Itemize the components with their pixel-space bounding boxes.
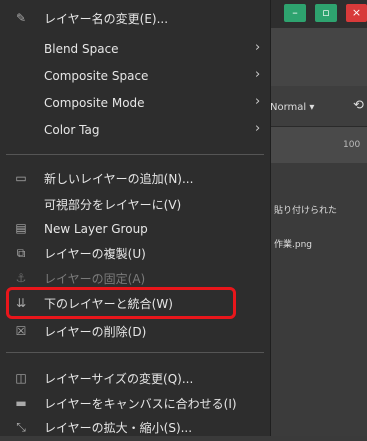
layer-name-2[interactable]: 作業.png <box>274 237 312 250</box>
menu-item-duplicate-layer[interactable]: ⧉ レイヤーの複製(U) <box>0 241 270 267</box>
toolbar-strip <box>262 28 367 86</box>
menu-item-delete-layer[interactable]: ☒ レイヤーの削除(D) <box>0 319 270 345</box>
submenu-arrow-icon: › <box>255 121 261 136</box>
menu-item-rename-layer[interactable]: ✎ レイヤー名の変更(E)... <box>0 6 270 32</box>
delete-icon: ☒ <box>15 324 27 338</box>
submenu-arrow-icon: › <box>255 40 261 55</box>
menu-separator <box>6 154 264 155</box>
menu-item-color-tag[interactable]: Color Tag › <box>0 117 270 143</box>
reset-mode-icon[interactable]: ⟲ <box>353 98 364 113</box>
menu-item-composite-space[interactable]: Composite Space › <box>0 63 270 89</box>
menu-item-scale-layer[interactable]: ⤡ レイヤーの拡大・縮小(S)... <box>0 415 270 441</box>
menu-item-visible-to-layer[interactable]: 可視部分をレイヤーに(V) <box>0 192 270 218</box>
submenu-arrow-icon: › <box>255 67 261 82</box>
menu-item-blend-space[interactable]: Blend Space › <box>0 36 270 62</box>
highlight-box <box>6 287 236 319</box>
menu-item-new-layer-group[interactable]: ▤ New Layer Group <box>0 216 270 242</box>
edit-icon: ✎ <box>15 11 27 25</box>
layer-context-menu: ✎ レイヤー名の変更(E)... Blend Space › Composite… <box>0 0 271 436</box>
menu-separator <box>6 352 264 353</box>
fit-canvas-icon: ▬ <box>15 396 27 410</box>
maximize-button[interactable]: ▫ <box>315 4 337 22</box>
scale-icon: ⤡ <box>16 420 26 434</box>
layer-size-icon: ◫ <box>15 371 27 385</box>
anchor-icon: ⚓ <box>15 271 27 285</box>
layer-mode-select[interactable]: Normal ▾ <box>270 102 314 113</box>
submenu-arrow-icon: › <box>255 94 261 109</box>
menu-item-layer-to-image-size[interactable]: ▬ レイヤーをキャンバスに合わせる(I) <box>0 391 270 417</box>
minimize-button[interactable]: – <box>284 4 306 22</box>
menu-item-layer-boundary-size[interactable]: ◫ レイヤーサイズの変更(Q)... <box>0 366 270 392</box>
menu-item-new-layer[interactable]: ▭ 新しいレイヤーの追加(N)... <box>0 166 270 192</box>
layer-group-icon: ▤ <box>15 221 27 235</box>
menu-item-composite-mode[interactable]: Composite Mode › <box>0 90 270 116</box>
opacity-value: 100 <box>343 140 361 150</box>
new-layer-icon: ▭ <box>15 171 27 185</box>
duplicate-icon: ⧉ <box>16 246 26 260</box>
layer-name-1[interactable]: 貼り付けられた <box>274 203 337 216</box>
close-button[interactable]: × <box>346 4 367 22</box>
